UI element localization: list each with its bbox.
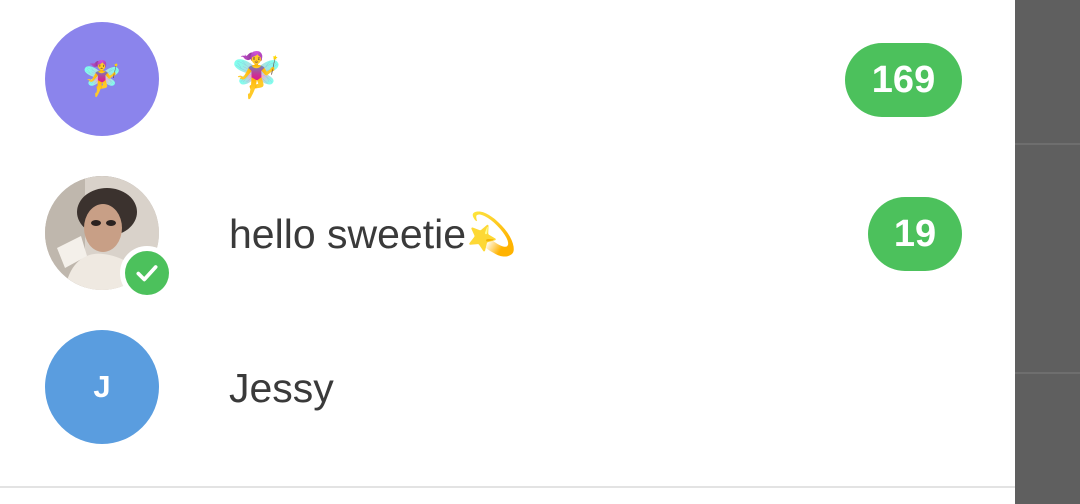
unread-badge: 19 bbox=[868, 197, 962, 271]
avatar: J bbox=[45, 330, 159, 444]
chat-title: Jessy bbox=[229, 365, 334, 411]
chat-row[interactable]: hello sweetie💫 19 bbox=[0, 156, 1015, 308]
chat-title: hello sweetie💫 bbox=[229, 211, 518, 257]
divider bbox=[1015, 372, 1080, 374]
avatar: 🧚‍♀️ bbox=[45, 22, 159, 136]
avatar-emoji: 🧚‍♀️ bbox=[80, 60, 124, 98]
verified-badge bbox=[120, 246, 174, 300]
chat-row[interactable]: 🧚‍♀️ 🧚‍♀️ 169 bbox=[0, 2, 1015, 154]
divider bbox=[1015, 143, 1080, 145]
avatar-initial: J bbox=[93, 369, 111, 404]
checkmark-icon bbox=[125, 251, 169, 295]
chat-row[interactable]: J Jessy bbox=[0, 310, 1015, 462]
divider bbox=[0, 486, 1015, 488]
chat-title: 🧚‍♀️ bbox=[229, 51, 284, 100]
dimmed-background[interactable] bbox=[1015, 0, 1080, 504]
chat-list-panel: 🧚‍♀️ 🧚‍♀️ 169 bbox=[0, 0, 1015, 504]
unread-badge: 169 bbox=[845, 43, 962, 117]
screen: 🧚‍♀️ 🧚‍♀️ 169 bbox=[0, 0, 1080, 504]
